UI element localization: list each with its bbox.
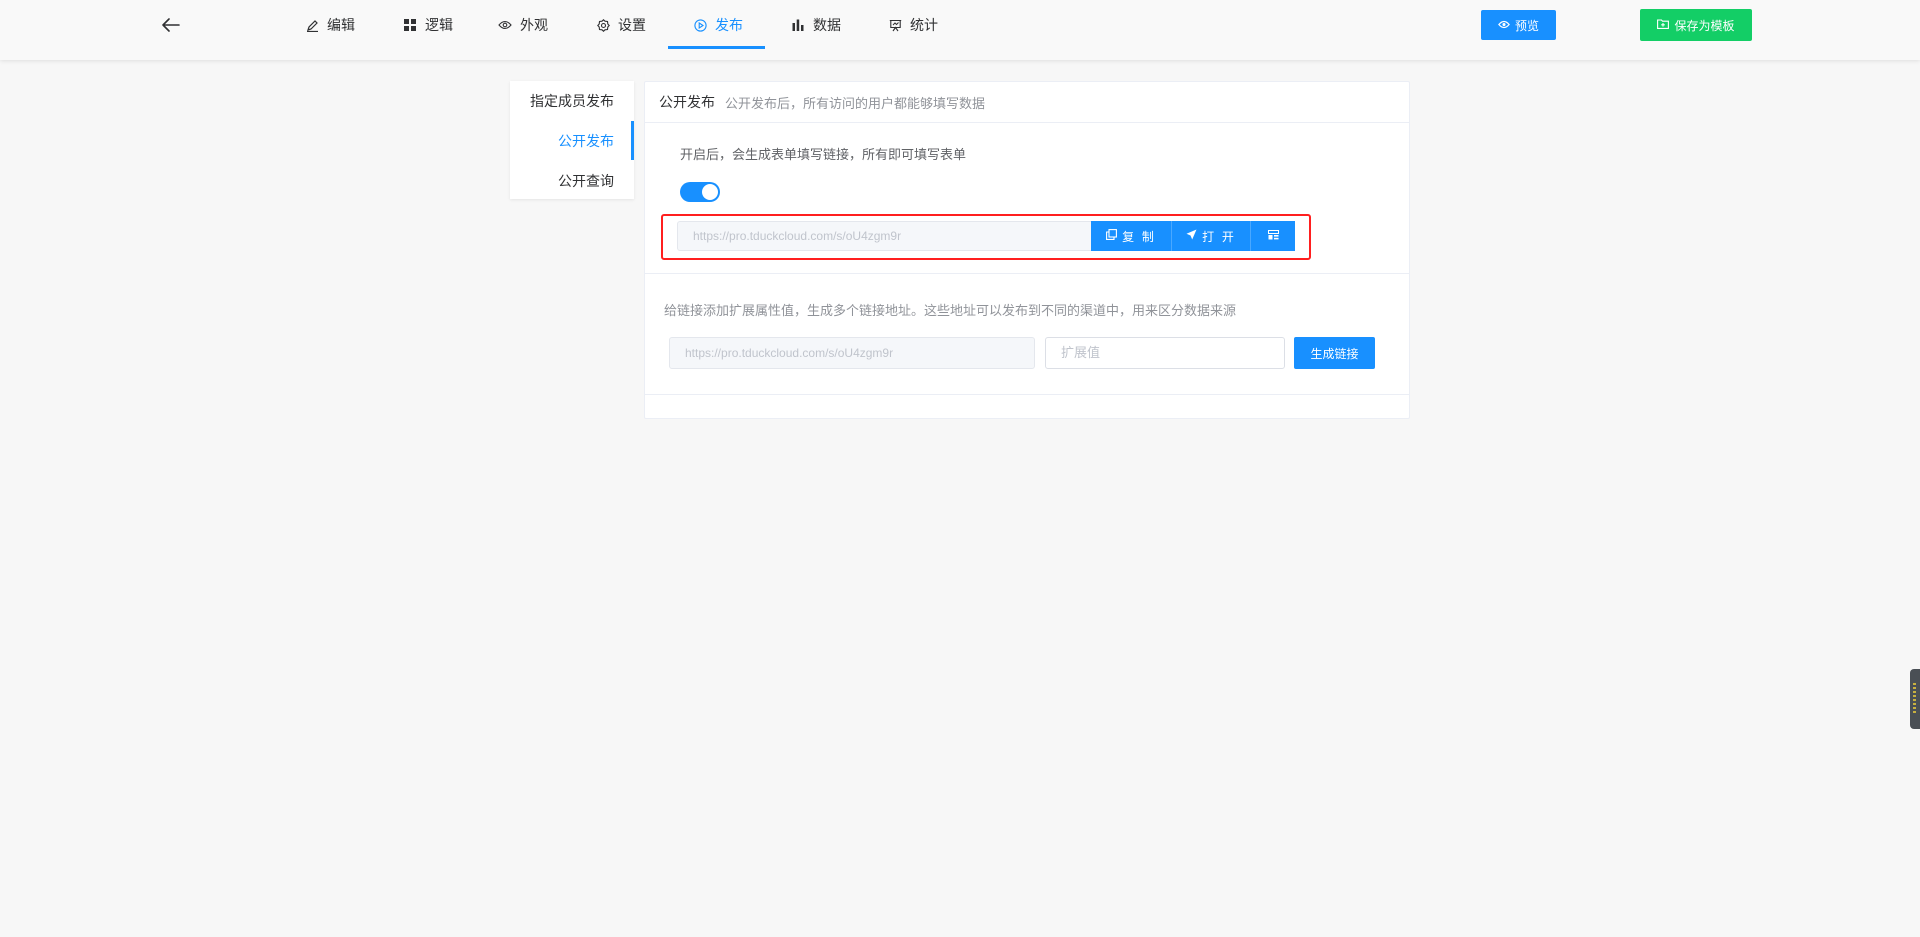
- tab-data-label: 数据: [813, 18, 841, 34]
- play-circle-icon: [693, 18, 707, 32]
- save-as-template-label: 保存为模板: [1674, 18, 1735, 33]
- top-header: 编辑 逻辑 外观 设置 发布 数据 统计 预览 保存为模板: [0, 0, 1920, 60]
- tab-statistics[interactable]: 统计: [888, 0, 938, 50]
- eye-icon: [498, 18, 512, 32]
- side-edge-widget[interactable]: [1910, 669, 1920, 729]
- publish-submenu: 指定成员发布 公开发布 公开查询: [510, 81, 634, 199]
- save-as-template-button[interactable]: 保存为模板: [1640, 9, 1752, 41]
- active-tab-indicator: [668, 46, 765, 49]
- tab-settings-label: 设置: [618, 18, 646, 34]
- qrcode-icon: [1267, 229, 1279, 243]
- open-button-label: 打 开: [1202, 229, 1236, 244]
- eye-icon: [1498, 18, 1510, 32]
- submenu-item-public-query[interactable]: 公开查询: [558, 171, 614, 191]
- tab-logic-label: 逻辑: [425, 18, 453, 34]
- extension-hint: 给链接添加扩展属性值，生成多个链接地址。这些地址可以发布到不同的渠道中，用来区分…: [664, 304, 1237, 319]
- submenu-item-member-publish[interactable]: 指定成员发布: [530, 91, 614, 111]
- gear-icon: [596, 18, 610, 32]
- tab-publish-label: 发布: [715, 18, 743, 34]
- section-divider-bottom: [645, 394, 1409, 395]
- tab-publish[interactable]: 发布: [693, 0, 743, 50]
- tab-edit[interactable]: 编辑: [305, 0, 355, 50]
- grid-icon: [403, 18, 417, 32]
- panel-header: 公开发布 公开发布后，所有访问的用户都能够填写数据: [645, 82, 1409, 123]
- submenu-active-indicator: [631, 121, 634, 160]
- back-arrow-icon[interactable]: [160, 14, 182, 36]
- folder-plus-icon: [1657, 18, 1670, 32]
- generate-link-button[interactable]: 生成链接: [1294, 337, 1375, 369]
- qrcode-button[interactable]: [1250, 221, 1295, 251]
- copy-button-label: 复 制: [1122, 229, 1156, 244]
- copy-button[interactable]: 复 制: [1091, 221, 1171, 251]
- public-publish-panel: 公开发布 公开发布后，所有访问的用户都能够填写数据 开启后，会生成表单填写链接，…: [644, 81, 1410, 419]
- tab-statistics-label: 统计: [910, 18, 938, 34]
- tab-logic[interactable]: 逻辑: [403, 0, 453, 50]
- public-publish-toggle[interactable]: [680, 182, 720, 202]
- panel-title: 公开发布: [659, 95, 715, 111]
- submenu-item-public-publish[interactable]: 公开发布: [558, 131, 614, 151]
- send-icon: [1186, 229, 1197, 243]
- switch-hint: 开启后，会生成表单填写链接，所有即可填写表单: [680, 148, 967, 163]
- preview-button[interactable]: 预览: [1481, 10, 1556, 40]
- edit-icon: [305, 18, 319, 32]
- tab-appearance[interactable]: 外观: [498, 0, 548, 50]
- tab-appearance-label: 外观: [520, 18, 548, 34]
- open-button[interactable]: 打 开: [1171, 221, 1250, 251]
- preview-button-label: 预览: [1514, 18, 1539, 33]
- extension-base-link-field[interactable]: https://pro.tduckcloud.com/s/oU4zgm9r: [669, 337, 1035, 369]
- section-divider: [645, 273, 1409, 274]
- link-actions: 复 制 打 开: [1091, 221, 1295, 251]
- presentation-icon: [888, 18, 902, 32]
- copy-icon: [1106, 229, 1118, 243]
- extension-value-input[interactable]: [1045, 337, 1285, 369]
- panel-description: 公开发布后，所有访问的用户都能够填写数据: [725, 96, 986, 112]
- tab-edit-label: 编辑: [327, 18, 355, 34]
- tab-data[interactable]: 数据: [791, 0, 841, 50]
- tab-settings[interactable]: 设置: [596, 0, 646, 50]
- bar-chart-icon: [791, 18, 805, 32]
- public-link-field[interactable]: https://pro.tduckcloud.com/s/oU4zgm9r: [677, 221, 1092, 251]
